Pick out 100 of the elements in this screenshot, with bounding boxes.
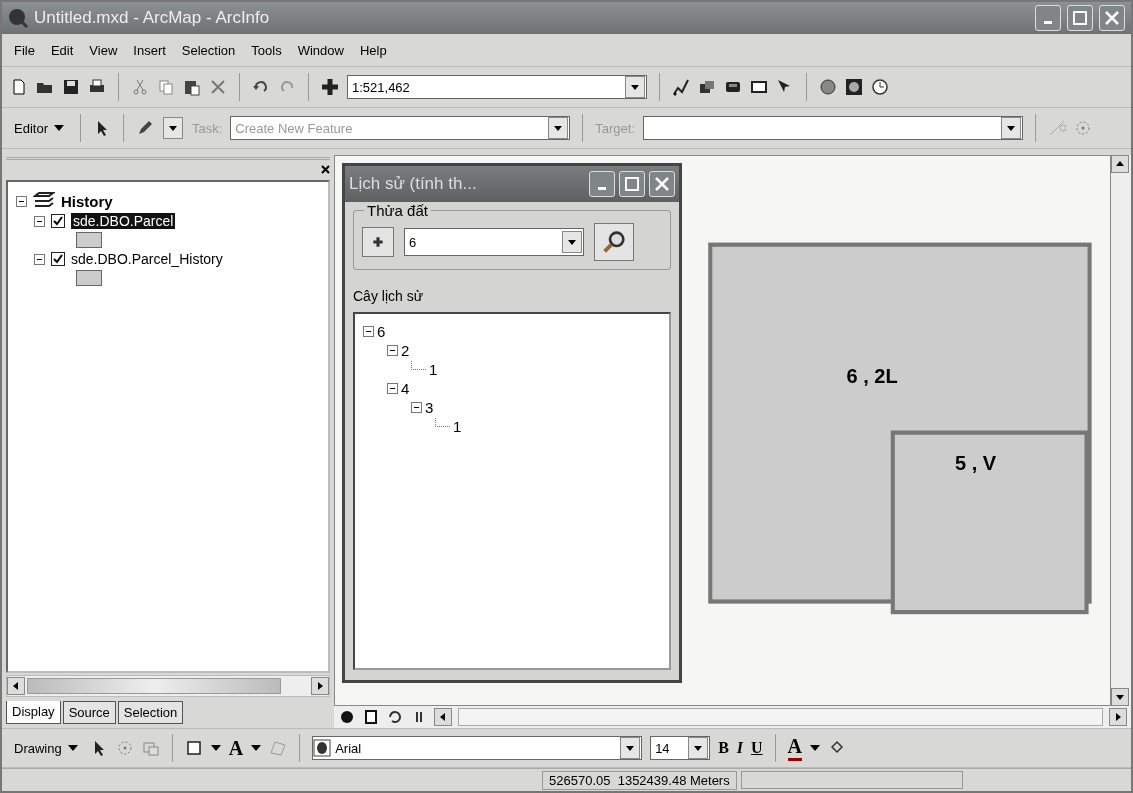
add-button[interactable]: [362, 227, 394, 257]
menu-item[interactable]: Insert: [131, 40, 168, 60]
tree-node[interactable]: 4: [401, 380, 410, 397]
expand-toggle[interactable]: [411, 402, 422, 413]
editor-menu[interactable]: Editor: [10, 118, 68, 138]
parcel-polygon[interactable]: [890, 430, 1089, 615]
menu-item[interactable]: Help: [357, 40, 389, 60]
tree-node[interactable]: 1: [429, 361, 438, 378]
expand-toggle[interactable]: [387, 383, 398, 394]
symbol-swatch: [76, 270, 102, 286]
arrow-right-icon: [316, 682, 324, 690]
font-field[interactable]: Arial: [312, 736, 643, 760]
scroll-up-button[interactable]: [1111, 155, 1129, 173]
maximize-button[interactable]: [619, 171, 645, 197]
expand-toggle[interactable]: [16, 195, 27, 207]
menu-item[interactable]: View: [87, 40, 120, 60]
dropdown-button[interactable]: [625, 76, 645, 98]
font-size-field[interactable]: 14: [650, 736, 711, 760]
add-data-icon[interactable]: [321, 78, 339, 96]
task-label: Task:: [191, 120, 223, 136]
arrow-left-icon: [439, 713, 447, 721]
caret-icon: [568, 239, 576, 245]
dialog-title: Lịch sử (tính th...: [349, 174, 478, 194]
refresh-icon[interactable]: [386, 708, 404, 726]
menu-item[interactable]: File: [12, 40, 37, 60]
tree-node[interactable]: 2: [401, 342, 410, 359]
close-icon[interactable]: [321, 164, 330, 174]
expand-toggle[interactable]: [34, 215, 45, 227]
menu-item[interactable]: Selection: [179, 40, 238, 60]
underline-button[interactable]: U: [751, 739, 763, 757]
parcel-field[interactable]: 6: [404, 228, 584, 256]
close-icon: [1105, 11, 1119, 25]
tab[interactable]: Selection: [117, 701, 184, 724]
dropdown-button[interactable]: [548, 117, 569, 139]
coordinates-readout: 526570.05 1352439.48 Meters: [542, 770, 737, 790]
caret-icon: [694, 745, 703, 751]
close-icon: [655, 177, 669, 191]
scroll-right-button[interactable]: [311, 677, 329, 695]
expand-toggle[interactable]: [34, 253, 45, 265]
minimize-button[interactable]: [1035, 5, 1061, 31]
symbol-swatch: [76, 232, 102, 248]
delete-icon[interactable]: [209, 78, 227, 96]
caret-icon[interactable]: [210, 745, 221, 751]
scroll-left-button[interactable]: [7, 677, 25, 695]
close-button[interactable]: [1099, 5, 1125, 31]
minimize-button[interactable]: [589, 171, 615, 197]
tab[interactable]: Source: [62, 701, 116, 724]
caret-icon[interactable]: [810, 745, 821, 751]
history-tree[interactable]: 6 2 1 4 3 1: [353, 312, 671, 670]
close-button[interactable]: [649, 171, 675, 197]
arrow-down-icon: [1116, 693, 1124, 701]
menu-item[interactable]: Edit: [48, 40, 76, 60]
target-label: Target:: [595, 120, 636, 136]
save-icon[interactable]: [62, 78, 80, 96]
caret-icon: [554, 125, 563, 131]
layer-name[interactable]: sde.DBO.Parcel: [71, 213, 176, 229]
horizontal-scrollbar[interactable]: [6, 675, 330, 697]
dropdown-button[interactable]: [1001, 117, 1022, 139]
dropdown-button[interactable]: [162, 117, 183, 139]
scroll-right-button[interactable]: [1109, 708, 1127, 726]
italic-button[interactable]: I: [736, 739, 744, 757]
cut-icon[interactable]: [131, 78, 149, 96]
maximize-button[interactable]: [1067, 5, 1093, 31]
tree-node[interactable]: 1: [453, 418, 462, 435]
text-tool[interactable]: A: [228, 736, 244, 760]
scrollbar-thumb[interactable]: [27, 678, 281, 694]
expand-toggle[interactable]: [363, 326, 374, 337]
caret-icon[interactable]: [251, 745, 262, 751]
scroll-down-button[interactable]: [1111, 688, 1129, 706]
paste-icon[interactable]: [183, 78, 201, 96]
arrow-up-icon: [1116, 160, 1124, 168]
layer-checkbox[interactable]: [51, 214, 65, 228]
tree-node[interactable]: 6: [377, 323, 386, 340]
layout-view-icon[interactable]: [362, 708, 380, 726]
dropdown-button[interactable]: [562, 231, 582, 253]
expand-toggle[interactable]: [387, 345, 398, 356]
menu-item[interactable]: Tools: [249, 40, 284, 60]
scroll-left-button[interactable]: [434, 708, 452, 726]
tab[interactable]: Display: [6, 701, 61, 724]
font-color-button[interactable]: A: [787, 735, 803, 761]
layer-group-label[interactable]: History: [61, 192, 113, 210]
dropdown-button[interactable]: [688, 737, 709, 759]
caret-icon[interactable]: [67, 745, 78, 751]
dropdown-button[interactable]: [620, 737, 641, 759]
layer-name[interactable]: sde.DBO.Parcel_History: [71, 251, 223, 267]
new-file-icon[interactable]: [10, 78, 28, 96]
window-icon[interactable]: [750, 78, 768, 96]
search-button[interactable]: [594, 223, 634, 261]
layer-checkbox[interactable]: [51, 252, 65, 266]
drawing-menu[interactable]: Drawing: [10, 738, 82, 758]
target-field[interactable]: [643, 116, 1024, 140]
caret-icon[interactable]: [53, 125, 64, 131]
scale-field[interactable]: 1:521,462: [347, 75, 647, 99]
parcel-label: 5 , V: [955, 452, 997, 476]
menu-item[interactable]: Window: [295, 40, 346, 60]
tree-node[interactable]: 3: [425, 399, 434, 416]
rectangle-icon[interactable]: [184, 739, 203, 757]
bold-button[interactable]: B: [718, 739, 729, 757]
window-title: Untitled.mxd - ArcMap - ArcInfo: [34, 8, 271, 28]
clock-icon[interactable]: [871, 78, 889, 96]
